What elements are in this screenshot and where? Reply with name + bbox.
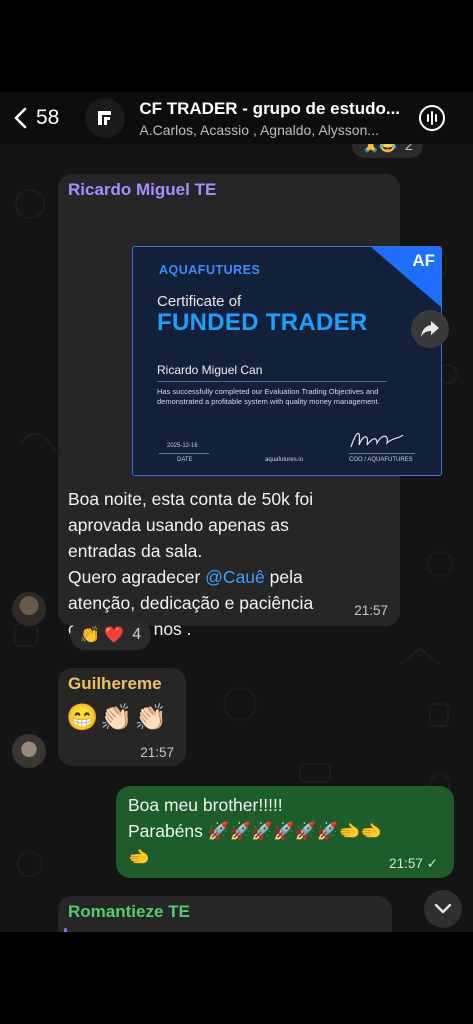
message-line-with-mention: Quero agradecer @Cauê pela [68,564,393,590]
cert-brand: AQUAFUTURES [159,263,261,277]
header-info[interactable]: CF TRADER - grupo de estudo... A.Carlos,… [139,99,404,138]
message-line: entradas da sala. [68,541,203,561]
message-time: 21:57 [140,745,174,760]
message-line: Parabéns 🚀🚀🚀🚀🚀🚀🫲🫲 [128,821,383,841]
message-line: Boa meu brother!!!!! [128,795,283,815]
cert-coo-line [349,453,415,454]
scroll-down-button[interactable] [424,890,462,928]
group-logo-icon [98,111,112,125]
forward-button[interactable] [411,310,449,348]
message-line-prefix: Quero agradecer [68,567,206,587]
avatar-ricardo[interactable] [12,592,46,626]
mention-link[interactable]: @Cauê [205,567,265,587]
reaction-count: 4 [132,626,142,643]
back-button[interactable]: 58 [12,106,59,130]
message-romantieze[interactable]: Romantieze TE [58,896,392,932]
message-time-read: 21:57 ✓ [389,856,438,871]
cert-date-line [159,453,209,454]
voice-call-button[interactable] [416,102,448,134]
cert-title-big: FUNDED TRADER [157,309,368,336]
unread-count: 58 [36,106,60,129]
emoji-message: 😁👏🏻👏🏻 [66,702,170,732]
back-chevron-icon [14,107,27,129]
chevron-down-icon [434,903,452,914]
sender-name[interactable]: Romantieze TE [68,902,190,922]
cert-date-label: DATE [177,457,193,463]
sender-name[interactable]: Guilhereme [68,674,162,694]
af-badge-text: AF [412,251,435,270]
cert-site: aquafutures.io [265,457,304,463]
group-avatar[interactable] [85,98,126,138]
cert-date-value: 2025-12-16 [167,443,198,449]
message-text: Boa noite, esta conta de 50k foi aprovad… [68,486,393,642]
cert-coo-label: COO / AQUAFUTURES [349,457,413,463]
certificate-image[interactable]: AQUAFUTURES AF Certificate of FUNDED TRA… [132,246,442,476]
message-time: 21:57 [354,603,388,618]
sender-name[interactable]: Ricardo Miguel TE [68,180,216,200]
message-line: aprovada usando apenas as [68,515,289,535]
cert-description: Has successfully completed our Evaluatio… [157,387,380,406]
reactions-bar[interactable]: 👏 ❤️ 4 [70,620,152,650]
previous-reaction[interactable]: 🙏😂 2 [352,144,423,158]
cert-recipient: Ricardo Miguel Can [157,363,263,377]
mention-suffix: pela [264,567,303,587]
avatar-guilhereme[interactable] [12,734,46,768]
voice-call-icon [419,105,446,131]
group-title: CF TRADER - grupo de estudo... [139,98,401,118]
chat-header: 58 CF TRADER - grupo de estudo... A.Carl… [0,92,473,144]
cert-title-small: Certificate of [157,293,242,310]
group-members: A.Carlos, Acassio , Agnaldo, Alysson... [139,121,380,138]
reaction-count: 2 [404,144,413,153]
message-line: Boa noite, esta conta de 50k foi [68,489,314,509]
chat-area[interactable]: 🙏😂 2 Ricardo Miguel TE AQUAFUTURES AF Cer… [0,144,473,932]
reaction-emojis: 👏 ❤️ [80,627,125,644]
reaction-emojis: 🙏😂 [362,144,397,153]
signature-icon [350,432,404,448]
cert-divider [157,381,387,382]
forward-icon [421,321,439,337]
message-outgoing[interactable]: Boa meu brother!!!!! Parabéns 🚀🚀🚀🚀🚀🚀🫲🫲 🫲… [116,786,454,878]
message-line: atenção, dedicação e paciência [68,593,314,613]
message-guilhereme[interactable]: Guilhereme 😁👏🏻👏🏻 21:57 [58,668,186,766]
message-ricardo[interactable]: Ricardo Miguel TE AQUAFUTURES AF Certifi… [58,174,442,639]
reply-quote-bar [64,928,67,932]
